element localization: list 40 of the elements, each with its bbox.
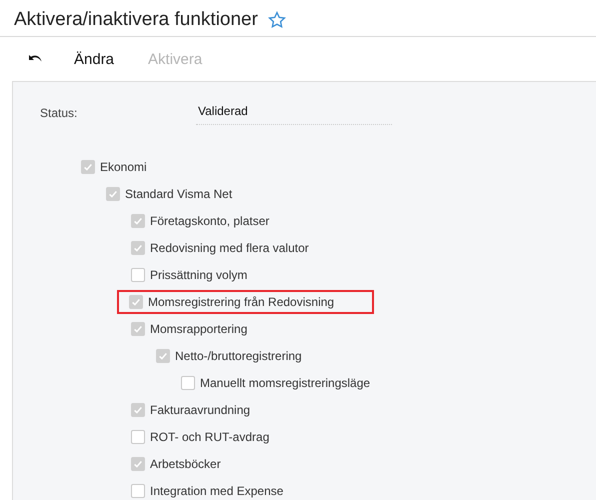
feature-label: Manuellt momsregistreringsläge: [200, 376, 370, 390]
check-icon: [133, 404, 143, 414]
feature-label: Momsrapportering: [150, 322, 248, 336]
status-label: Status:: [40, 106, 78, 120]
feature-label: Företagskonto, platser: [150, 214, 270, 228]
feature-label: Fakturaavrundning: [150, 402, 250, 416]
page-title: Aktivera/inaktivera funktioner: [14, 9, 258, 31]
checkbox[interactable]: [131, 240, 145, 254]
check-icon: [108, 188, 118, 198]
feature-label: Ekonomi: [100, 160, 147, 174]
feature-label: Prissättning volym: [150, 268, 248, 282]
checkbox[interactable]: [129, 294, 143, 308]
checkbox[interactable]: [131, 322, 145, 336]
feature-label: Integration med Expense: [150, 484, 284, 498]
check-icon: [83, 162, 93, 172]
checkbox[interactable]: [131, 402, 145, 416]
checkbox[interactable]: [131, 268, 145, 282]
check-icon: [133, 324, 143, 334]
feature-label: Redovisning med flera valutor: [150, 240, 309, 254]
feature-label: Momsregistrering från Redovisning: [148, 294, 334, 308]
checkbox[interactable]: [181, 376, 195, 390]
star-icon[interactable]: [268, 11, 286, 29]
toolbar-button[interactable]: Ändra: [70, 48, 118, 70]
checkbox[interactable]: [131, 484, 145, 498]
checkbox[interactable]: [131, 430, 145, 444]
check-icon: [133, 242, 143, 252]
checkbox[interactable]: [81, 160, 95, 174]
feature-label: Netto-/bruttoregistrering: [175, 348, 302, 362]
checkbox[interactable]: [156, 348, 170, 362]
check-icon: [131, 296, 141, 306]
feature-label: Arbetsböcker: [150, 456, 221, 470]
checkbox[interactable]: [131, 214, 145, 228]
feature-label: ROT- och RUT-avdrag: [150, 430, 270, 444]
feature-label: Standard Visma Net: [125, 186, 232, 200]
check-icon: [133, 458, 143, 468]
check-icon: [158, 350, 168, 360]
checkbox[interactable]: [106, 186, 120, 200]
status-value: Validerad: [196, 101, 392, 125]
checkbox[interactable]: [131, 456, 145, 470]
check-icon: [133, 216, 143, 226]
